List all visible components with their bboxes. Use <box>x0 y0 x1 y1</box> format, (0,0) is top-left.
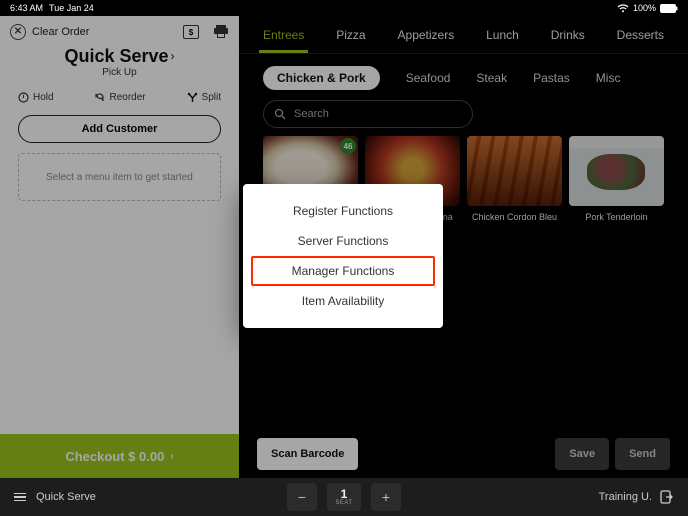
save-button[interactable]: Save <box>555 438 609 470</box>
user-menu-button[interactable]: Training U. <box>599 490 674 504</box>
menu-icon[interactable] <box>14 493 26 502</box>
clear-order-label: Clear Order <box>32 26 89 38</box>
category-tab-entrees[interactable]: Entrees <box>263 28 304 42</box>
add-customer-button[interactable]: Add Customer <box>18 115 221 143</box>
status-bar: 6:43 AM Tue Jan 24 100% <box>0 0 688 16</box>
subcategory-tab-misc[interactable]: Misc <box>596 71 621 85</box>
food-label: Chicken Cordon Bleu <box>467 212 562 230</box>
subcategory-tabs: Chicken & Pork Seafood Steak Pastas Misc <box>263 66 664 90</box>
category-tab-desserts[interactable]: Desserts <box>617 28 664 42</box>
popup-item-server-functions[interactable]: Server Functions <box>243 226 443 256</box>
category-tab-appetizers[interactable]: Appetizers <box>398 28 455 42</box>
functions-popup: Register FunctionsServer FunctionsManage… <box>243 184 443 328</box>
battery-percent: 100% <box>633 3 656 13</box>
order-subtitle: Pick Up <box>6 67 233 78</box>
popup-item-item-availability[interactable]: Item Availability <box>243 286 443 316</box>
subcategory-tab-chicken-pork[interactable]: Chicken & Pork <box>263 66 380 90</box>
chevron-right-icon: › <box>171 49 175 63</box>
printer-icon[interactable] <box>213 25 229 39</box>
status-date: Tue Jan 24 <box>49 3 94 13</box>
category-tab-drinks[interactable]: Drinks <box>551 28 585 42</box>
logout-icon <box>660 490 674 504</box>
subcategory-tab-steak[interactable]: Steak <box>476 71 507 85</box>
chevron-right-icon: › <box>170 451 173 462</box>
category-tab-pizza[interactable]: Pizza <box>336 28 365 42</box>
food-item[interactable]: Pork Tenderloin <box>569 136 664 230</box>
stock-badge: 46 <box>340 138 356 154</box>
screen-title: Quick Serve <box>36 491 96 503</box>
category-tabs: Entrees Pizza Appetizers Lunch Drinks Dessert… <box>239 16 688 54</box>
clear-order-button[interactable]: ✕ Clear Order <box>10 24 89 40</box>
search-icon <box>274 108 286 120</box>
scan-barcode-button[interactable]: Scan Barcode <box>257 438 358 470</box>
search-placeholder: Search <box>294 108 329 120</box>
food-image <box>569 136 664 206</box>
bottom-bar: Quick Serve − 1 SEAT + Training U. <box>0 478 688 516</box>
order-panel: ✕ Clear Order $ Quick Serve› Pick Up <box>0 16 239 478</box>
split-button[interactable]: Split <box>187 92 221 103</box>
reorder-button[interactable]: Reorder <box>94 92 145 103</box>
battery-icon <box>660 4 678 13</box>
order-title[interactable]: Quick Serve› <box>6 46 233 67</box>
seat-count[interactable]: 1 SEAT <box>327 483 361 511</box>
subcategory-tab-seafood[interactable]: Seafood <box>406 71 451 85</box>
subcategory-tab-pastas[interactable]: Pastas <box>533 71 570 85</box>
seat-plus-button[interactable]: + <box>371 483 401 511</box>
seat-minus-button[interactable]: − <box>287 483 317 511</box>
category-tab-lunch[interactable]: Lunch <box>486 28 519 42</box>
close-icon: ✕ <box>10 24 26 40</box>
food-item[interactable]: Chicken Cordon Bleu <box>467 136 562 230</box>
popup-item-register-functions[interactable]: Register Functions <box>243 196 443 226</box>
food-label: Pork Tenderloin <box>569 212 664 230</box>
food-image <box>467 136 562 206</box>
checkout-button[interactable]: Checkout $ 0.00 › <box>0 434 239 478</box>
hold-button[interactable]: Hold <box>18 92 54 103</box>
wifi-icon <box>617 4 629 13</box>
empty-order-hint: Select a menu item to get started <box>18 153 221 201</box>
search-input[interactable]: Search <box>263 100 473 128</box>
status-time: 6:43 AM <box>10 3 43 13</box>
send-button[interactable]: Send <box>615 438 670 470</box>
cash-icon[interactable]: $ <box>183 25 199 39</box>
popup-item-manager-functions[interactable]: Manager Functions <box>251 256 435 286</box>
